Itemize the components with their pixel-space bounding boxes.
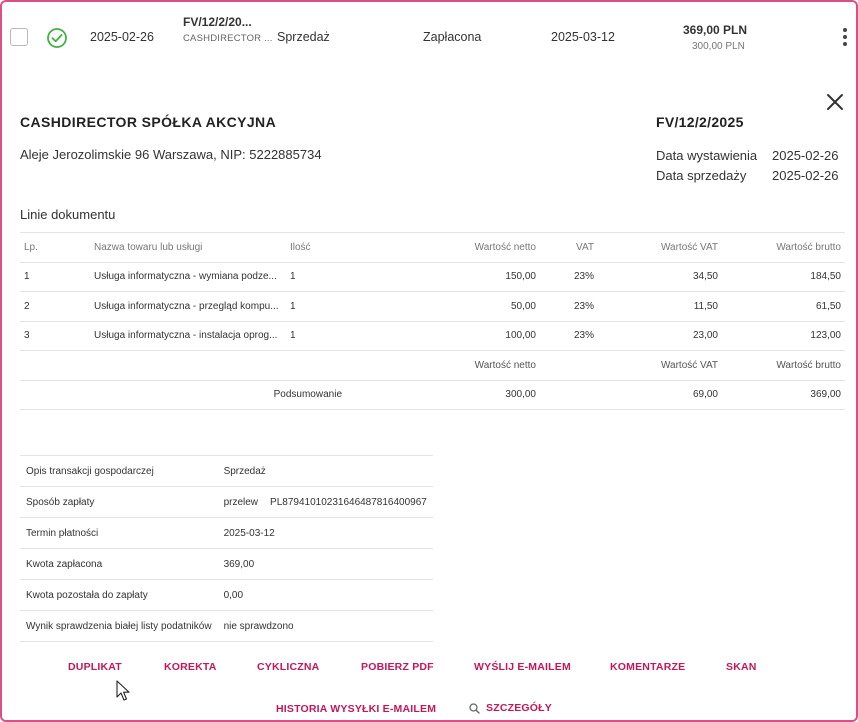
cell-gross: 61,50 xyxy=(722,291,845,321)
info-row: Termin płatności 2025-03-12 xyxy=(20,517,433,549)
invoice-row[interactable]: 2025-02-26 FV/12/2/20... CASHDIRECTOR ..… xyxy=(2,2,856,74)
cell-gross: 184,50 xyxy=(722,261,845,292)
row-status: Zapłacona xyxy=(423,30,482,44)
summary-row: Podsumowanie 300,00 69,00 369,00 xyxy=(20,379,845,410)
table-row: 1 Usługa informatyczna - wymiana podze..… xyxy=(20,261,845,292)
cell-gross: 123,00 xyxy=(722,320,845,351)
issue-date-value: 2025-02-26 xyxy=(772,148,839,163)
col-header-net: Wartość netto xyxy=(346,232,540,262)
invoice-details-panel: CASHDIRECTOR SPÓŁKA AKCYJNA Aleje Jerozo… xyxy=(2,74,856,720)
table-row: 3 Usługa informatyczna - instalacja opro… xyxy=(20,320,845,351)
send-email-button[interactable]: WYŚLIJ E-MAILEM xyxy=(474,661,571,673)
summary-net: 300,00 xyxy=(346,379,540,410)
mouse-cursor-icon xyxy=(116,680,130,701)
issue-date-label: Data wystawienia xyxy=(656,148,758,163)
close-icon[interactable] xyxy=(826,93,844,111)
cell-qty: 1 xyxy=(286,291,346,321)
cell-vat: 23% xyxy=(540,291,598,321)
cell-net: 100,00 xyxy=(346,320,540,351)
company-name: CASHDIRECTOR SPÓŁKA AKCYJNA xyxy=(20,114,277,130)
col-header-vat: VAT xyxy=(540,232,598,262)
lines-header-row: Lp. Nazwa towaru lub usługi Ilość Wartoś… xyxy=(20,232,845,262)
download-pdf-button[interactable]: POBIERZ PDF xyxy=(361,661,434,673)
info-row: Opis transakcji gospodarczej Sprzedaż xyxy=(20,455,433,487)
row-checkbox[interactable] xyxy=(10,28,28,46)
cell-qty: 1 xyxy=(286,261,346,292)
row-date-issued: 2025-02-26 xyxy=(90,30,154,44)
info-value: Sprzedaż xyxy=(217,455,433,487)
summary-label: Podsumowanie xyxy=(90,379,346,410)
cell-lp: 2 xyxy=(20,291,90,321)
sale-date-label: Data sprzedaży xyxy=(656,168,747,183)
cell-net: 50,00 xyxy=(346,291,540,321)
duplicate-button[interactable]: DUPLIKAT xyxy=(68,661,122,673)
summary-header-vat: Wartość VAT xyxy=(598,350,722,380)
row-gross-amount: 369,00 PLN xyxy=(683,23,748,37)
document-lines-table: Lp. Nazwa towaru lub usługi Ilość Wartoś… xyxy=(20,232,845,410)
col-header-vat-value: Wartość VAT xyxy=(598,232,722,262)
cell-vat: 23% xyxy=(540,261,598,292)
cell-lp: 1 xyxy=(20,261,90,292)
sale-date-value: 2025-02-26 xyxy=(772,168,839,183)
info-label: Kwota zapłacona xyxy=(20,548,218,580)
row-net-amount: 300,00 PLN xyxy=(692,41,745,52)
cell-name: Usługa informatyczna - instalacja oprog.… xyxy=(90,320,286,351)
info-value: 2025-03-12 xyxy=(217,517,433,549)
transaction-info-table: Opis transakcji gospodarczej Sprzedaż Sp… xyxy=(20,455,433,642)
lines-section-title: Linie dokumentu xyxy=(20,207,116,222)
email-history-button[interactable]: HISTORIA WYSYŁKI E-MAILEM xyxy=(276,703,436,715)
recurring-button[interactable]: CYKLICZNA xyxy=(257,661,319,673)
info-value: nie sprawdzono xyxy=(217,610,433,642)
cell-qty: 1 xyxy=(286,320,346,351)
more-options-icon[interactable] xyxy=(842,28,848,48)
summary-header-net: Wartość netto xyxy=(346,350,540,380)
info-value: 0,00 xyxy=(217,579,433,611)
correction-button[interactable]: KOREKTA xyxy=(164,661,217,673)
info-label: Termin płatności xyxy=(20,517,218,549)
info-label: Kwota pozostała do zapłaty xyxy=(20,579,218,611)
row-type: Sprzedaż xyxy=(277,30,330,44)
info-row: Kwota pozostała do zapłaty 0,00 xyxy=(20,579,433,611)
info-value: 369,00 xyxy=(217,548,433,580)
info-label: Wynik sprawdzenia białej listy podatnikó… xyxy=(20,610,218,642)
col-header-name: Nazwa towaru lub usługi xyxy=(90,232,286,262)
details-button[interactable]: SZCZEGÓŁY xyxy=(469,702,552,714)
cell-vat-value: 23,00 xyxy=(598,320,722,351)
cell-vat-value: 11,50 xyxy=(598,291,722,321)
cell-name: Usługa informatyczna - wymiana podze... xyxy=(90,261,286,292)
cell-name: Usługa informatyczna - przegląd kompu... xyxy=(90,291,286,321)
col-header-lp: Lp. xyxy=(20,232,90,262)
info-row: Wynik sprawdzenia białej listy podatnikó… xyxy=(20,610,433,642)
summary-gross: 369,00 xyxy=(722,379,845,410)
summary-vat: 69,00 xyxy=(598,379,722,410)
info-label: Sposób zapłaty xyxy=(20,486,218,518)
scan-button[interactable]: SKAN xyxy=(726,661,757,673)
col-header-gross: Wartość brutto xyxy=(722,232,845,262)
info-row: Sposób zapłaty przelew PL879410102316464… xyxy=(20,486,433,518)
cell-lp: 3 xyxy=(20,320,90,351)
bank-account-number: PL87941010231646487816400967 xyxy=(264,486,433,518)
details-button-label: SZCZEGÓŁY xyxy=(486,702,552,714)
company-address: Aleje Jerozolimskie 96 Warszawa, NIP: 52… xyxy=(20,147,322,162)
paid-check-icon xyxy=(47,28,67,48)
table-row: 2 Usługa informatyczna - przegląd kompu.… xyxy=(20,291,845,321)
cell-net: 150,00 xyxy=(346,261,540,292)
app-frame: 2025-02-26 FV/12/2/20... CASHDIRECTOR ..… xyxy=(0,0,858,722)
row-contractor: CASHDIRECTOR ... xyxy=(183,33,273,44)
summary-header-row: Wartość netto Wartość VAT Wartość brutto xyxy=(20,350,845,380)
row-doc-number: FV/12/2/20... xyxy=(183,15,252,29)
info-label: Opis transakcji gospodarczej xyxy=(20,455,218,487)
info-row: Kwota zapłacona 369,00 xyxy=(20,548,433,580)
cell-vat: 23% xyxy=(540,320,598,351)
info-value: przelew xyxy=(217,486,265,518)
search-icon xyxy=(469,703,480,714)
document-number: FV/12/2/2025 xyxy=(656,114,744,130)
col-header-qty: Ilość xyxy=(286,232,346,262)
cell-vat-value: 34,50 xyxy=(598,261,722,292)
comments-button[interactable]: KOMENTARZE xyxy=(610,661,685,673)
summary-header-gross: Wartość brutto xyxy=(722,350,845,380)
row-due-date: 2025-03-12 xyxy=(551,30,615,44)
